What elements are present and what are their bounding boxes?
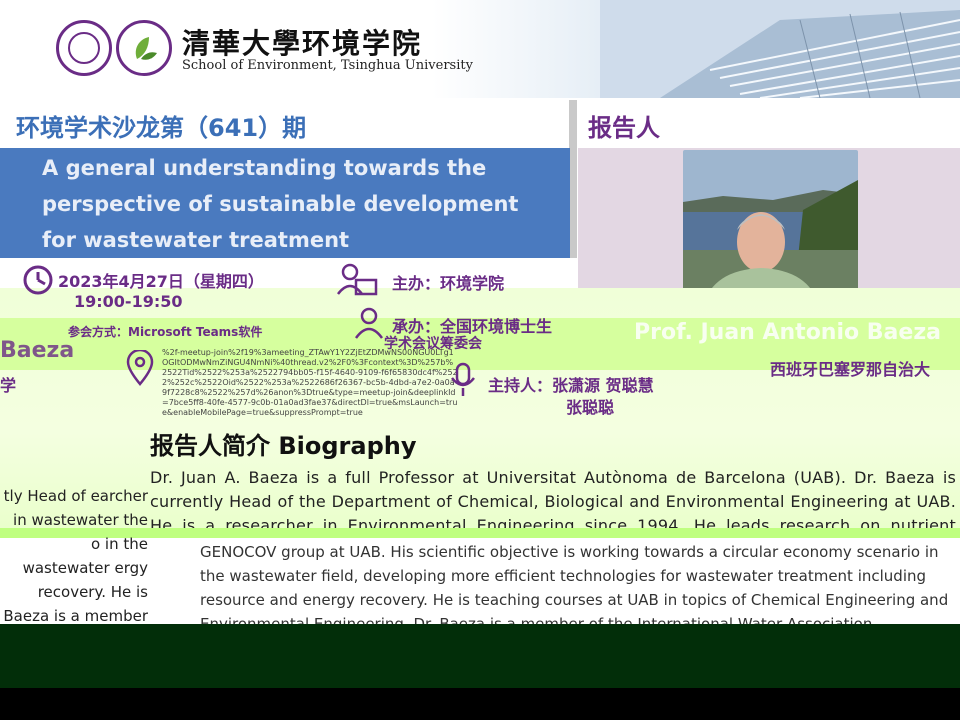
speaker-affiliation: 西班牙巴塞罗那自治大	[770, 360, 931, 379]
biography-paragraph-1: Dr. Juan A. Baeza is a full Professor at…	[150, 468, 956, 528]
location-pin-icon	[126, 350, 154, 386]
event-moderator: 主持人：张潇源 贺聪慧	[488, 376, 654, 395]
microphone-icon	[451, 362, 475, 396]
talk-title: A general understanding towards the pers…	[42, 156, 519, 252]
building-photo	[600, 0, 960, 98]
person-icon	[354, 307, 384, 339]
school-name-cn: 清華大學环境学院	[182, 27, 423, 60]
clock-icon	[23, 265, 53, 295]
school-of-environment-logo	[116, 20, 172, 76]
school-name-en: School of Environment, Tsinghua Universi…	[182, 58, 473, 73]
biography-paragraph-2: GENOCOV group at UAB. His scientific obj…	[200, 543, 949, 624]
speaker-name-fragment: Baeza	[0, 338, 75, 363]
event-moderator-2: 张聪聪	[566, 398, 615, 417]
leaf-icon	[135, 37, 157, 60]
affiliation-fragment: 学	[0, 376, 17, 395]
speaker-name: Prof. Juan Antonio Baeza	[634, 320, 941, 345]
event-mode: 参会方式：Microsoft Teams软件	[68, 325, 263, 339]
people-icon	[337, 263, 378, 296]
header-banner: 清華大學环境学院 School of Environment, Tsinghua…	[0, 0, 960, 98]
biography-left-fragment: tly Head of earcher in wastewater the o …	[3, 487, 148, 625]
event-date: 2023年4月27日（星期四）	[58, 272, 264, 291]
event-host: 主办：环境学院	[392, 274, 505, 293]
seal-inner-ring	[68, 32, 100, 64]
footer-strip	[0, 688, 960, 720]
speaker-photo	[683, 150, 858, 306]
event-time: 19:00-19:50	[74, 292, 183, 311]
speaker-heading: 报告人	[588, 114, 660, 142]
meeting-link[interactable]: %2f-meetup-join%2f19%3ameeting_ZTAwY1Y2Z…	[162, 348, 458, 418]
tsinghua-seal-logo	[56, 20, 112, 76]
salon-title: 环境学术沙龙第（641）期	[16, 114, 307, 142]
biography-heading: 报告人简介 Biography	[150, 432, 417, 460]
